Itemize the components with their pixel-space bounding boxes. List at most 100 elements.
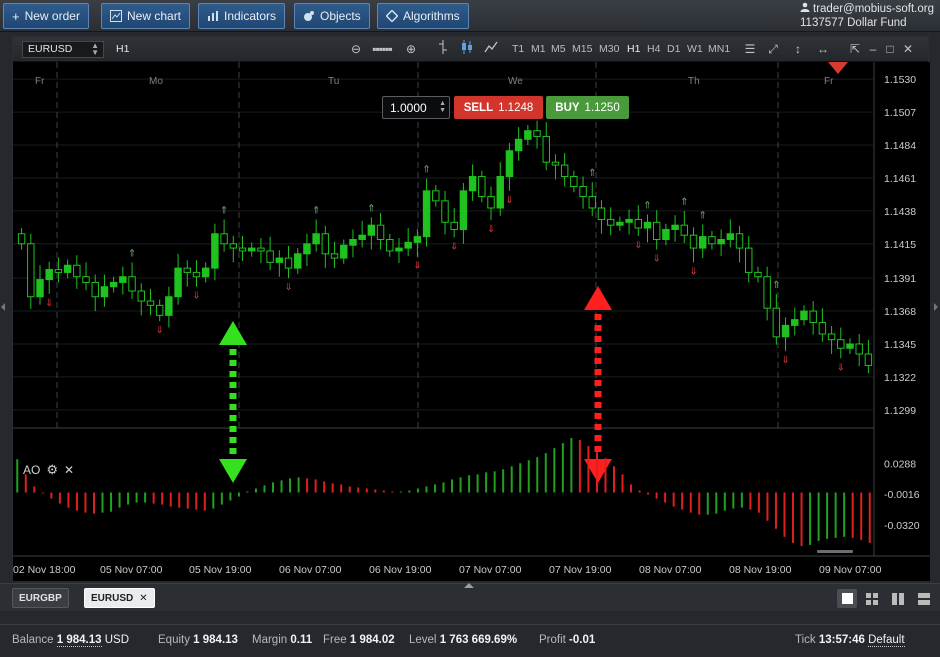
candle-body [266,250,274,263]
candle-body [579,186,587,198]
timeframe-m5[interactable]: M5 [551,43,566,55]
new-chart-button[interactable]: New chart [101,3,191,29]
tick-field: Tick 13:57:46 Default [795,634,905,647]
fractal-up-marker: ⇑ [128,248,136,259]
left-panel-handle[interactable] [1,303,5,311]
candle-body [100,286,109,298]
timeframe-h1[interactable]: H1 [627,43,640,55]
gear-icon[interactable]: ⚙ [46,462,58,478]
candle-body [588,196,596,209]
timeframe-mn1[interactable]: MN1 [708,43,730,55]
candle-chart-type-icon[interactable] [459,40,475,58]
candle-body [312,233,320,245]
spin-arrows-icon[interactable]: ▲ ▼ [439,100,446,114]
indicators-label: Indicators [224,9,277,23]
bar-chart-type-icon[interactable] [435,40,451,58]
candle-body [864,353,873,366]
fractal-down-marker: ⇓ [505,195,513,206]
layout-single-icon[interactable] [837,589,857,608]
candle-body [36,279,44,298]
minimize-icon[interactable]: – [865,40,881,58]
tick-mode-selector[interactable]: Default [868,634,905,647]
sell-button[interactable]: SELL 1.1248 [454,96,543,119]
candle-body [717,238,725,245]
candle-body [413,236,422,243]
sell-label: SELL [463,101,494,114]
timeframe-h4[interactable]: H4 [647,43,660,55]
price-tick-label: 1.1345 [884,339,916,351]
timeframe-m15[interactable]: M15 [572,43,592,55]
layout-rows-icon[interactable] [914,589,934,608]
candle-body [542,135,550,163]
close-icon[interactable]: ✕ [64,463,74,477]
candle-body [174,267,182,298]
order-quantity-input[interactable]: 1.0000 ▲ ▼ [382,96,450,119]
layout-columns-icon[interactable] [888,589,908,608]
candle-body [275,257,284,263]
profit-value: -0.01 [569,634,596,646]
level-field: Level 1 763 669.69% [409,634,517,646]
detach-window-icon[interactable]: ⇱ [847,40,863,58]
right-panel-handle[interactable] [934,303,938,311]
balance-value[interactable]: 1 984.13 [56,634,102,647]
list-settings-icon[interactable]: ☰ [742,40,758,58]
new-order-button[interactable]: + New order [3,3,89,29]
candle-body [27,243,35,298]
candle-body [450,221,458,230]
timeframe-t1[interactable]: T1 [512,43,524,55]
candle-body [229,243,238,249]
fractal-down-marker: ⇓ [634,240,642,251]
fractal-up-marker: ⇑ [220,205,228,216]
candle-body [625,218,633,223]
user-icon [800,2,810,16]
timeframe-w1[interactable]: W1 [687,43,703,55]
candle-body [652,221,661,240]
time-tick-label: 07 Nov 19:00 [549,564,612,576]
close-icon[interactable]: ✕ [900,40,916,58]
tab-eurgbp[interactable]: EURGBP [12,588,69,608]
close-tab-icon[interactable]: ✕ [139,593,147,604]
chart-plot-area[interactable]: 1.1530 1.1507 1.1484 1.1461 1.1438 1.1415 1.13… [13,62,930,581]
day-label: Fr [824,76,834,87]
horizontal-scrollbar-thumb[interactable] [817,550,853,553]
timeframe-m1[interactable]: M1 [531,43,546,55]
zoom-out-icon[interactable]: ⊖ [348,40,364,58]
price-tick-label: 1.1299 [884,405,916,417]
line-chart-type-icon[interactable] [483,40,499,58]
candle-body [441,200,449,223]
zoom-in-icon[interactable]: ⊕ [403,40,419,58]
symbol-select[interactable]: EURUSD ▲ ▼ [22,41,104,58]
tab-eurusd[interactable]: EURUSD ✕ [84,588,155,608]
timeframe-m30[interactable]: M30 [599,43,619,55]
candle-body [386,238,394,252]
horizontal-line-tool-icon[interactable]: ↔ [815,40,831,58]
zoom-slider[interactable]: ▪▪▪▪▪▪ [365,40,399,58]
account-info[interactable]: trader@mobius-soft.org 1137577 Dollar Fu… [800,2,934,30]
candle-body [643,221,652,229]
vertical-line-tool-icon[interactable]: ↕ [790,40,806,58]
candle-body [238,247,247,252]
maximize-icon[interactable]: □ [882,40,898,58]
ao-tick-label: -0.0320 [884,520,920,532]
time-tick-label: 06 Nov 07:00 [279,564,342,576]
time-tick-label: 06 Nov 19:00 [369,564,432,576]
price-tick-label: 1.1507 [884,107,916,119]
algorithms-button[interactable]: Algorithms [377,3,469,29]
trading-terminal: + New order New chart Indicators Objects [0,0,940,657]
buy-button[interactable]: BUY 1.1250 [546,96,629,119]
indicators-button[interactable]: Indicators [198,3,286,29]
timeframe-d1[interactable]: D1 [667,43,680,55]
candle-body [257,247,265,252]
candle-body [82,276,90,283]
ao-indicator-header: AO ⚙ ✕ [23,462,74,478]
candle-body [505,150,514,178]
fractal-up-marker: ⇑ [772,280,780,291]
layout-grid-icon[interactable] [862,589,882,608]
objects-button[interactable]: Objects [294,3,370,29]
trendline-tool-icon[interactable]: ⤢ [765,40,781,58]
fractal-down-marker: ⇓ [781,355,789,366]
profit-label: Profit [539,634,566,646]
chart-canvas[interactable]: 1.1530 1.1507 1.1484 1.1461 1.1438 1.1415 1.13… [13,62,930,581]
candle-body [809,310,817,324]
collapse-panel-handle[interactable] [464,583,474,588]
